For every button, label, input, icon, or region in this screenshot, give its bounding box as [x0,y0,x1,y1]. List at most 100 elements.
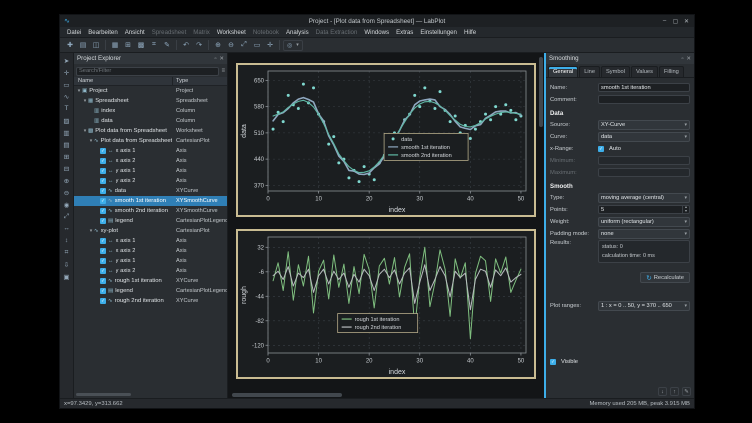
tree-row-data[interactable]: ▥dataColumn [74,116,227,126]
visibility-checkbox[interactable]: ✓ [100,148,106,154]
visibility-checkbox[interactable]: ✓ [100,258,106,264]
tree-row-y-axis-1[interactable]: ✓↔y axis 1Axis [74,256,227,266]
zoom-fit-page-icon[interactable]: ⤢ [61,211,72,222]
comment-input[interactable] [598,95,690,104]
menu-worksheet[interactable]: Worksheet [214,28,249,37]
tree-row-y-axis-2[interactable]: ✓↔y axis 2Axis [74,266,227,276]
menu-bearbeiten[interactable]: Bearbeiten [85,28,120,37]
plot-smooth[interactable]: 01020304050650580510440370indexdatadatas… [236,63,536,217]
filter-menu-icon[interactable]: ≡ [221,68,225,74]
add-plot-icon[interactable]: ∿ [61,91,72,102]
plot-rough[interactable]: 0102030405032-6-44-82-120indexroughrough… [236,229,536,379]
visibility-checkbox[interactable]: ✓ [100,168,106,174]
visibility-checkbox[interactable]: ✓ [100,188,106,194]
select-region-icon[interactable]: ▭ [251,39,263,51]
float-dock-icon[interactable]: ▫ [214,56,216,62]
new-worksheet-icon[interactable]: ▩ [135,39,147,51]
tab-symbol[interactable]: Symbol [601,66,630,77]
tab-filling[interactable]: Filling [659,66,684,77]
tree-row-x-axis-1[interactable]: ✓↔x axis 1Axis [74,236,227,246]
plot-ranges-select[interactable]: 1 : x = 0 .. 50, y = 370 .. 650 ▾ [598,301,690,311]
zoom-in-icon[interactable]: ⊕ [212,39,224,51]
horizontal-layout-icon[interactable]: ▤ [61,139,72,150]
minimize-button[interactable]: – [660,18,669,25]
new-notebook-icon[interactable]: ⌗ [148,39,160,51]
smoothing-dock-header[interactable]: Smoothing ▫ ✕ [546,53,694,64]
navigate-icon[interactable]: ✛ [264,39,276,51]
spin-arrows-icon[interactable]: ▲▼ [682,206,689,213]
visibility-checkbox[interactable]: ✓ [100,208,106,214]
new-spreadsheet-icon[interactable]: ▦ [109,39,121,51]
maximize-button[interactable]: ▢ [671,18,680,25]
visibility-checkbox[interactable]: ✓ [100,178,106,184]
points-spinbox[interactable]: ▲▼ [598,205,690,214]
explorer-horizontal-scrollbar[interactable] [76,393,131,396]
float-dock-icon[interactable]: ▫ [681,56,683,62]
menu-datei[interactable]: Datei [64,28,84,37]
search-input[interactable] [76,67,219,76]
redo-icon[interactable]: ↷ [193,39,205,51]
menu-extras[interactable]: Extras [393,28,416,37]
visibility-checkbox[interactable]: ✓ [100,238,106,244]
tree-row-x-axis-1[interactable]: ✓↔x axis 1Axis [74,146,227,156]
tab-line[interactable]: Line [579,66,600,77]
tree-row-plot-data-from-spreadsheet[interactable]: ▾∿Plot data from SpreadsheetCartesianPlo… [74,136,227,146]
tree-row-data[interactable]: ✓∿dataXYCurve [74,186,227,196]
close-dock-icon[interactable]: ✕ [686,56,691,62]
open-project-icon[interactable]: ▤ [77,39,89,51]
tree-row-rough-2nd-iteration[interactable]: ✓∿rough 2nd iterationXYCurve [74,296,227,306]
zoom-out-icon[interactable]: ⊖ [61,187,72,198]
zoom-select-icon[interactable]: ▭ [61,79,72,90]
tab-general[interactable]: General [548,66,578,77]
visibility-checkbox[interactable]: ✓ [100,248,106,254]
recalculate-button[interactable]: ↻ Recalculate [640,272,690,283]
menu-hilfe[interactable]: Hilfe [461,28,479,37]
undo-icon[interactable]: ↶ [180,39,192,51]
tree-row-smooth-1st-iteration[interactable]: ✓∿smooth 1st iterationXYSmoothCurve [74,196,227,206]
new-datapicker-icon[interactable]: ✎ [161,39,173,51]
grid-layout-icon[interactable]: ⊞ [61,151,72,162]
tree-row-index[interactable]: ▥indexColumn [74,106,227,116]
cartesian-plot-icon[interactable]: ⌗ [61,247,72,258]
column-header-name[interactable]: Name [74,77,173,85]
save-template-icon[interactable]: ↓ [658,387,667,396]
tree-row-y-axis-2[interactable]: ✓↔y axis 2Axis [74,176,227,186]
edit-template-icon[interactable]: ✎ [682,387,691,396]
tree-row-x-axis-2[interactable]: ✓↔x axis 2Axis [74,246,227,256]
padding-mode-select[interactable]: none ▾ [598,229,690,239]
tree-row-legend[interactable]: ✓▤legendCartesianPlotLegend [74,216,227,226]
tab-values[interactable]: Values [631,66,658,77]
zoom-out-icon[interactable]: ⊖ [225,39,237,51]
tree-row-smooth-2nd-iteration[interactable]: ✓∿smooth 2nd iterationXYSmoothCurve [74,206,227,216]
tree-row-project[interactable]: ▾▣ProjectProject [74,86,227,96]
tree-row-plot-data-from-spreadsheet[interactable]: ▾▩Plot data from SpreadsheetWorksheet [74,126,227,136]
crosshair-tool-icon[interactable]: ✛ [61,67,72,78]
worksheet-horizontal-scrollbar[interactable] [232,393,342,397]
new-matrix-icon[interactable]: ⊞ [122,39,134,51]
visible-checkbox[interactable]: ✓ [550,359,556,365]
zoom-combo[interactable]: ◎▾ [283,40,303,51]
zoom-origin-icon[interactable]: ◉ [61,199,72,210]
close-dock-icon[interactable]: ✕ [219,56,224,62]
tree-row-rough-1st-iteration[interactable]: ✓∿rough 1st iterationXYCurve [74,276,227,286]
tree-row-xy-plot[interactable]: ▾∿xy-plotCartesianPlot [74,226,227,236]
name-input[interactable] [598,83,690,92]
close-button[interactable]: ✕ [682,18,691,25]
zoom-fit-width-icon[interactable]: ↔ [61,223,72,234]
zoom-in-icon[interactable]: ⊕ [61,175,72,186]
add-text-icon[interactable]: T [61,103,72,114]
curve-select[interactable]: data ▾ [598,132,690,142]
print-icon[interactable]: ▣ [61,271,72,282]
smooth-type-select[interactable]: moving average (central) ▾ [598,193,690,203]
load-template-icon[interactable]: ↑ [670,387,679,396]
source-select[interactable]: XY-Curve ▾ [598,120,690,130]
tree-column-header[interactable]: Name Type [74,77,227,86]
menu-windows[interactable]: Windows [361,28,392,37]
worksheet-view[interactable]: 01020304050650580510440370indexdatadatas… [228,53,546,398]
tree-row-legend[interactable]: ✓▤legendCartesianPlotLegend [74,286,227,296]
titlebar[interactable]: ∿ Project - [Plot data from Spreadsheet]… [60,15,694,27]
menu-ansicht[interactable]: Ansicht [122,28,148,37]
visibility-checkbox[interactable]: ✓ [100,278,106,284]
visibility-checkbox[interactable]: ✓ [100,158,106,164]
zoom-fit-icon[interactable]: ⤢ [238,39,250,51]
